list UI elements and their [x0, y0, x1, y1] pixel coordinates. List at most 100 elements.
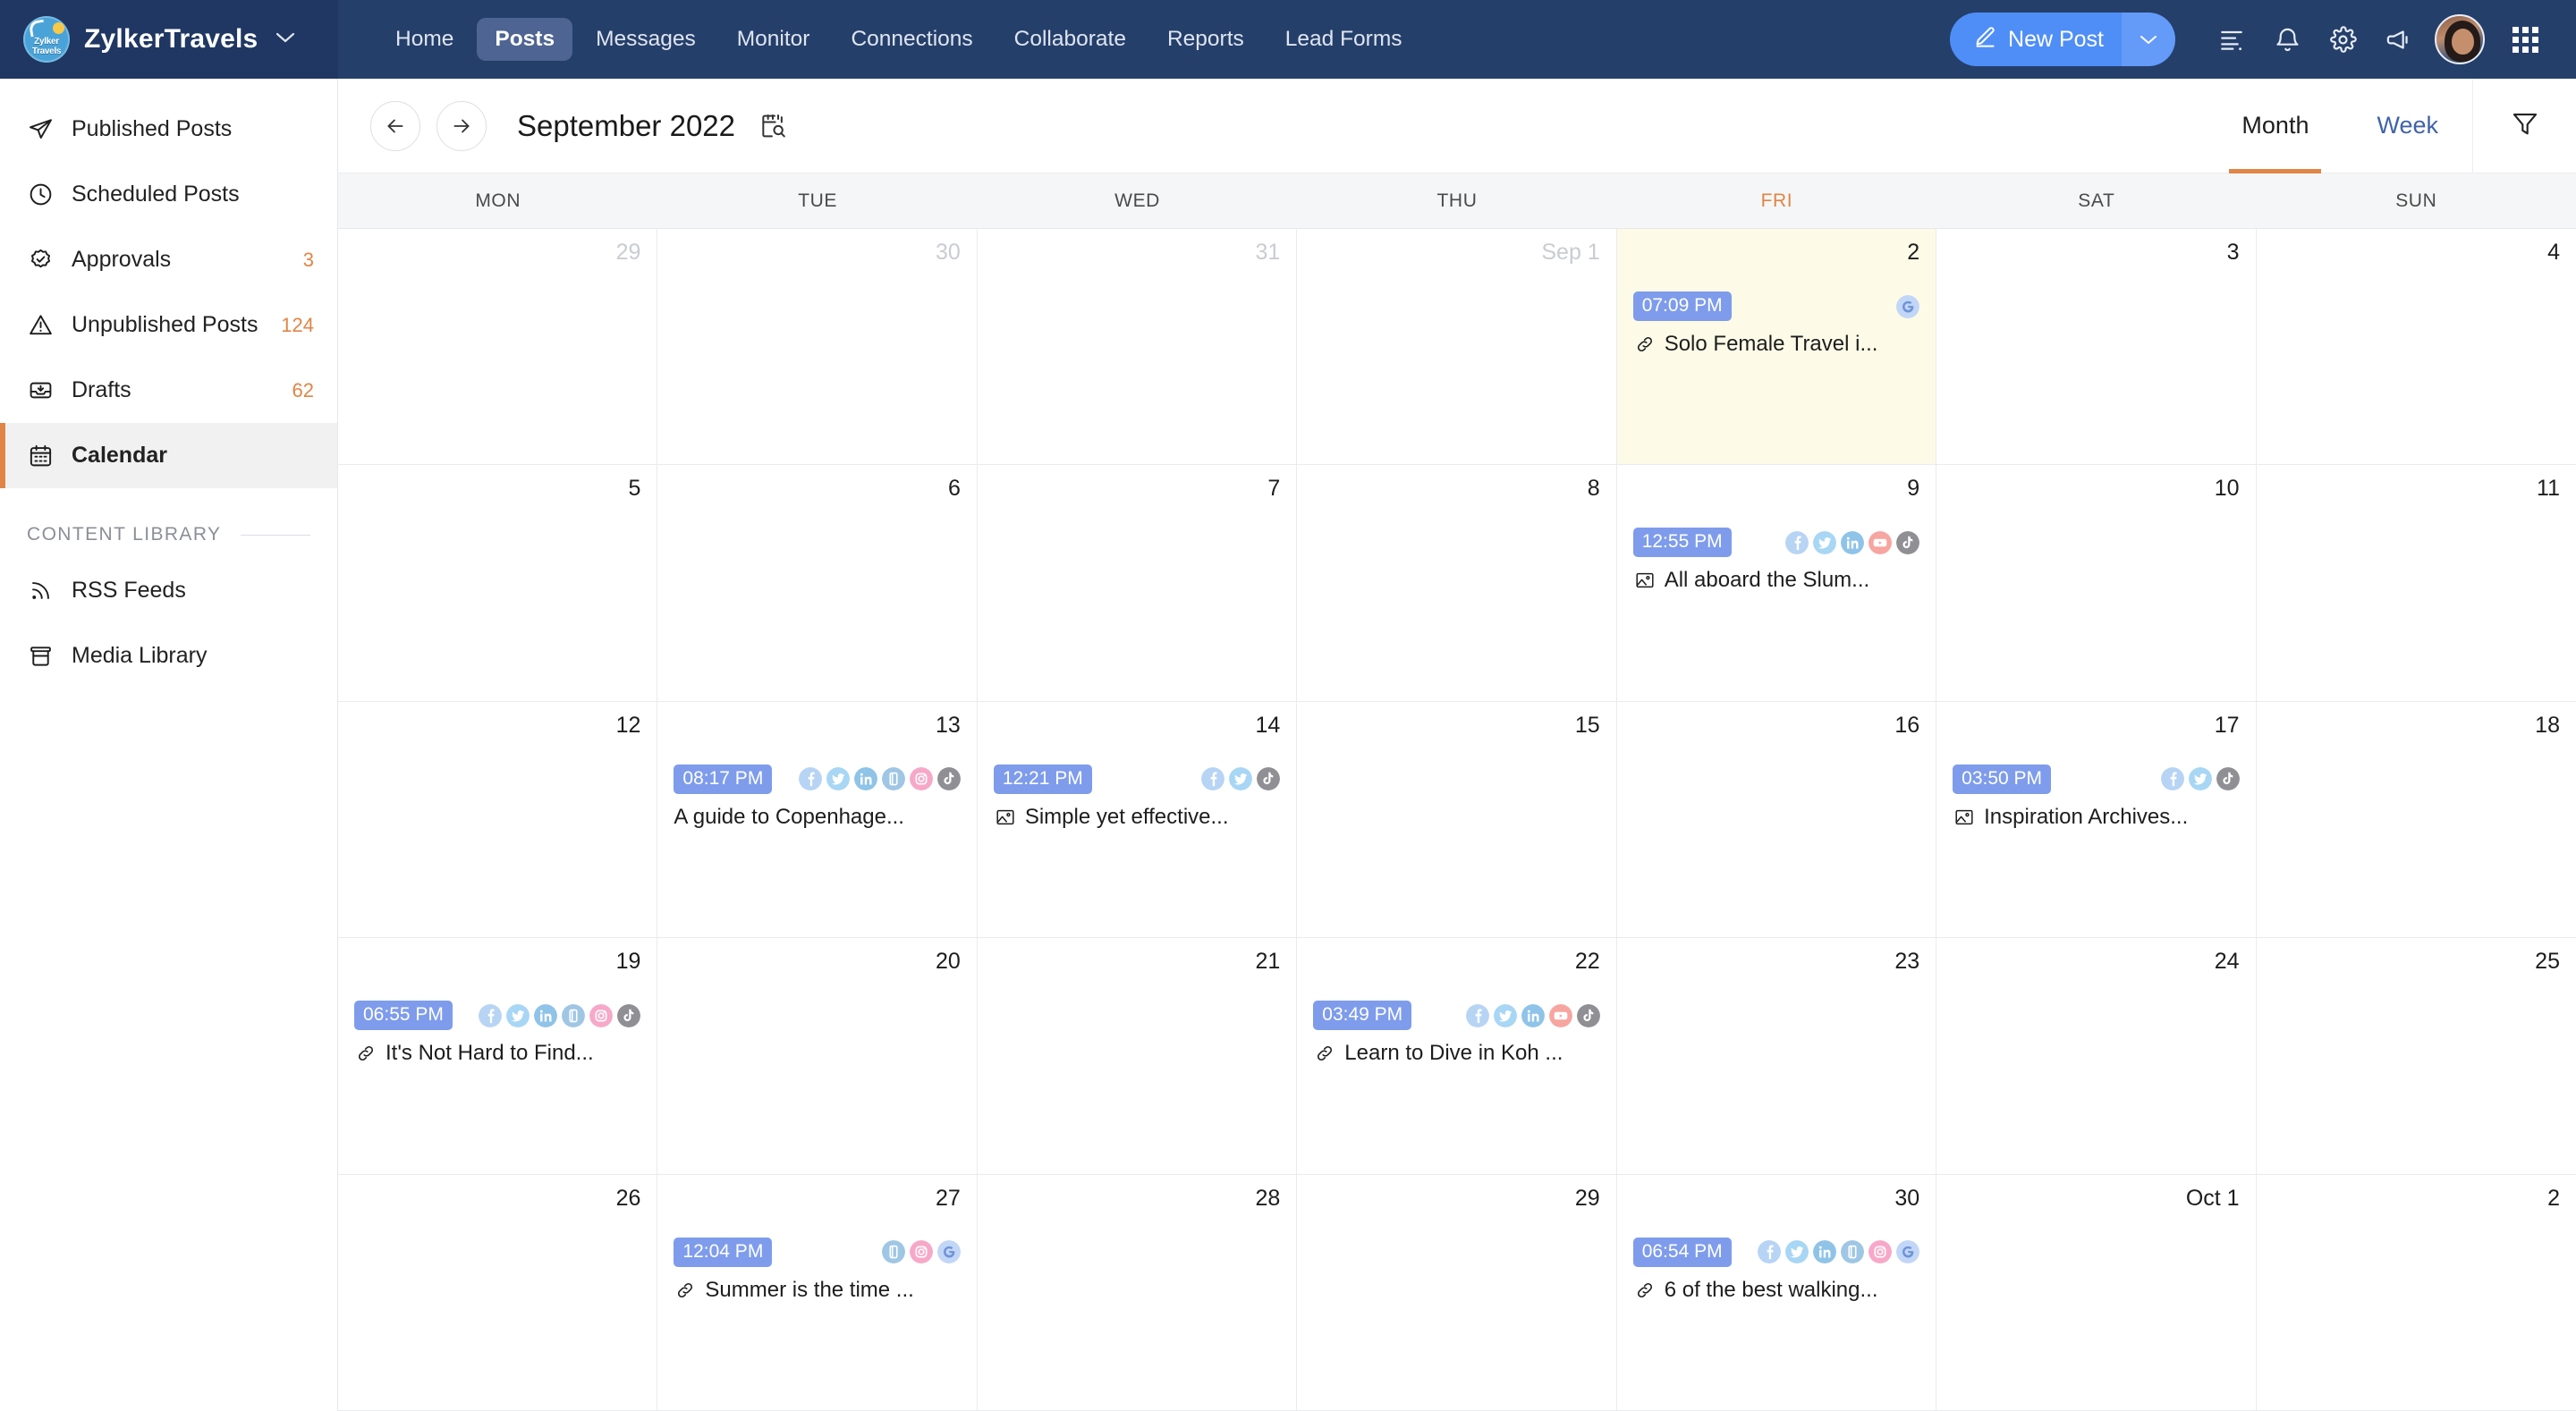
sidebar-item-calendar[interactable]: Calendar [0, 423, 337, 488]
nav-item-collaborate[interactable]: Collaborate [996, 18, 1144, 61]
calendar-day-cell[interactable]: 21 [978, 938, 1298, 1174]
calendar-day-cell[interactable]: 31 [978, 229, 1298, 465]
calendar-day-cell[interactable]: 26 [338, 1174, 658, 1410]
sidebar-item-media-library[interactable]: Media Library [0, 623, 337, 689]
calendar-day-cell[interactable]: 9 12:55 PM All aboard the Slum... [1617, 465, 1937, 701]
calendar-day-cell[interactable]: 4 [2257, 229, 2576, 464]
event-title-row: It's Not Hard to Find... [354, 1041, 640, 1066]
warning-icon [27, 312, 54, 339]
calendar-day-cell[interactable]: 29 [338, 229, 658, 465]
sidebar-item-published-posts[interactable]: Published Posts [0, 97, 337, 162]
nav-item-connections[interactable]: Connections [833, 18, 990, 61]
calendar-day-cell[interactable]: 29 [1297, 1174, 1617, 1410]
calendar-day-cell[interactable]: 10 [1936, 465, 2257, 701]
new-post-button[interactable]: New Post [1950, 13, 2175, 66]
calendar-day-cell[interactable]: 18 [2257, 702, 2576, 937]
calendar-event[interactable]: 12:04 PM Summer is the time ... [670, 1237, 963, 1303]
calendar-day-cell[interactable]: 30 [657, 229, 978, 465]
calendar-event[interactable]: 06:55 PM It's Not Hard to Find... [351, 1001, 644, 1066]
calendar-event[interactable]: 03:50 PM Inspiration Archives... [1949, 764, 2242, 830]
calendar-day-cell[interactable]: 19 06:55 PM It's Not Hard to Find... [338, 938, 658, 1174]
calendar-day-cell[interactable]: 2 07:09 PM Solo Female Travel i... [1616, 229, 1937, 465]
calendar-event[interactable]: 07:09 PM Solo Female Travel i... [1630, 291, 1923, 357]
bell-icon[interactable] [2259, 12, 2315, 67]
calendar-day-cell[interactable]: 5 [338, 465, 658, 701]
sidebar-item-rss-feeds[interactable]: RSS Feeds [0, 558, 337, 623]
brand-switcher[interactable]: Zylker Travels ZylkerTravels [0, 0, 338, 79]
calendar-day-cell[interactable]: Oct 1 [1936, 1174, 2257, 1410]
brand-name: ZylkerTravels [84, 24, 258, 54]
nav-item-posts[interactable]: Posts [477, 18, 573, 61]
twitter-icon [1785, 1240, 1809, 1264]
event-social-channels [2160, 767, 2240, 791]
sidebar-item-unpublished-posts[interactable]: Unpublished Posts 124 [0, 292, 337, 358]
calendar-day-cell[interactable]: 28 [978, 1174, 1298, 1410]
calendar-day-cell[interactable]: 27 12:04 PM Summer is the time ... [657, 1174, 978, 1410]
megaphone-icon[interactable] [2370, 12, 2426, 67]
event-title-row: All aboard the Slum... [1633, 568, 1919, 593]
calendar-day-cell[interactable]: 16 [1617, 701, 1937, 938]
rss-icon [27, 578, 54, 604]
nav-item-home[interactable]: Home [377, 18, 471, 61]
day-number: 2 [1907, 240, 1920, 265]
calendar-event[interactable]: 06:54 PM 6 of the best walking... [1630, 1237, 1923, 1303]
avatar[interactable] [2435, 14, 2485, 64]
list-icon[interactable] [2204, 12, 2259, 67]
sidebar-item-drafts[interactable]: Drafts 62 [0, 358, 337, 423]
sidebar-item-scheduled-posts[interactable]: Scheduled Posts [0, 162, 337, 227]
calendar-day-cell[interactable]: 17 03:50 PM Inspiration Archives... [1936, 701, 2257, 938]
calendar-event[interactable]: 12:21 PM Simple yet effective... [990, 764, 1284, 830]
day-number: 17 [2214, 712, 2240, 738]
calendar-day-cell[interactable]: 8 [1297, 465, 1617, 701]
calendar-week-row: 26 27 12:04 PM Summer is the time ... 28 29 30… [338, 1174, 2576, 1411]
new-post-label: New Post [2008, 26, 2104, 52]
calendar-day-cell[interactable]: 30 06:54 PM 6 of the best walking... [1617, 1174, 1937, 1410]
sidebar-item-count: 124 [281, 313, 314, 336]
calendar-view-toggle: Month Week [2207, 78, 2576, 173]
brand-logo-icon: Zylker Travels [23, 16, 70, 63]
calendar-day-cell[interactable]: 6 [657, 465, 978, 701]
calendar-day-cell[interactable]: 24 [1936, 938, 2257, 1174]
calendar-search-icon[interactable] [755, 108, 791, 144]
sidebar: Published Posts Scheduled Posts Approval… [0, 79, 338, 1411]
day-number: Oct 1 [2185, 1185, 2240, 1211]
event-title: It's Not Hard to Find... [386, 1041, 594, 1066]
nav-item-reports[interactable]: Reports [1149, 18, 1262, 61]
calendar-day-cell[interactable]: 23 [1617, 938, 1937, 1174]
calendar-day-cell[interactable]: 2 [2257, 1175, 2576, 1410]
calendar-day-cell[interactable]: 12 [338, 701, 658, 938]
calendar-day-cell[interactable]: 3 [1936, 229, 2257, 465]
calendar-event[interactable]: 12:55 PM All aboard the Slum... [1630, 528, 1923, 593]
nav-item-lead-forms[interactable]: Lead Forms [1267, 18, 1420, 61]
weekday-header: MON TUE WED THU FRI SAT SUN [338, 173, 2576, 229]
tab-week[interactable]: Week [2343, 79, 2472, 173]
calendar-day-cell[interactable]: 20 [657, 938, 978, 1174]
new-post-dropdown-icon[interactable] [2122, 13, 2175, 66]
prev-month-button[interactable] [370, 100, 420, 151]
calendar-event[interactable]: 08:17 PM A guide to Copenhage... [670, 764, 963, 830]
nav-item-monitor[interactable]: Monitor [719, 18, 828, 61]
nav-item-messages[interactable]: Messages [578, 18, 714, 61]
sidebar-item-approvals[interactable]: Approvals 3 [0, 227, 337, 292]
calendar-day-cell[interactable]: 15 [1297, 701, 1617, 938]
sidebar-item-label: Media Library [72, 643, 208, 668]
calendar-week-row: 5 6 7 8 9 12:55 PM All aboard the Slum... 10 11 [338, 465, 2576, 702]
tab-month[interactable]: Month [2207, 79, 2343, 173]
calendar-day-cell[interactable]: 11 [2257, 465, 2576, 700]
apps-grid-icon[interactable] [2497, 12, 2553, 67]
day-number: 24 [2214, 949, 2240, 975]
next-month-button[interactable] [436, 100, 487, 151]
link-icon [1313, 1042, 1336, 1065]
day-number: 22 [1574, 949, 1600, 975]
calendar-day-cell[interactable]: Sep 1 [1297, 229, 1617, 465]
calendar-day-cell[interactable]: 25 [2257, 938, 2576, 1173]
chevron-down-icon[interactable] [275, 30, 295, 49]
filter-button[interactable] [2472, 78, 2576, 173]
calendar-day-cell[interactable]: 7 [978, 465, 1298, 701]
calendar-day-cell[interactable]: 22 03:49 PM Learn to Dive in Koh ... [1297, 938, 1617, 1174]
calendar-day-cell[interactable]: 13 08:17 PM A guide to Copenhage... [657, 701, 978, 938]
calendar-event[interactable]: 03:49 PM Learn to Dive in Koh ... [1309, 1001, 1603, 1066]
gear-icon[interactable] [2315, 12, 2370, 67]
calendar-day-cell[interactable]: 14 12:21 PM Simple yet effective... [978, 701, 1298, 938]
day-number: 14 [1255, 712, 1281, 738]
